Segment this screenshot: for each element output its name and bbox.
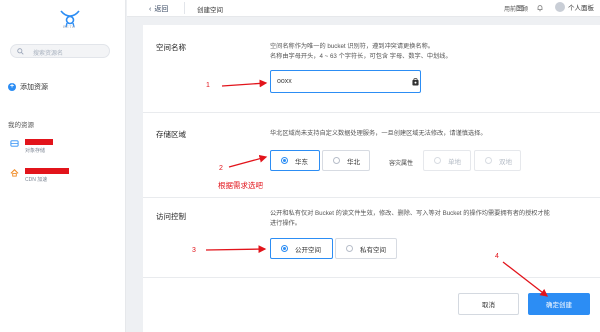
availability-option-single: 单地 bbox=[423, 150, 471, 171]
access-desc-2: 进行操作。 bbox=[270, 220, 301, 227]
annotation-step-4: 4 bbox=[495, 253, 499, 260]
region-option-huadong[interactable]: 华东 bbox=[270, 150, 320, 171]
region-option-label: 华北 bbox=[347, 158, 360, 166]
my-resources-heading: 我的资源 bbox=[8, 122, 34, 129]
back-label: 返回 bbox=[154, 6, 169, 13]
radio-dot bbox=[333, 157, 340, 164]
bell-icon[interactable] bbox=[536, 4, 544, 12]
region-title: 存储区域 bbox=[156, 130, 186, 139]
annotation-step-1: 1 bbox=[206, 82, 210, 89]
access-title: 访问控制 bbox=[156, 212, 186, 221]
avatar bbox=[555, 2, 565, 12]
search-icon bbox=[17, 48, 24, 55]
availability-option-dual: 双地 bbox=[474, 150, 521, 171]
chevron-left-icon: ‹ bbox=[149, 5, 152, 13]
access-option-label: 私有空间 bbox=[360, 246, 386, 254]
create-button[interactable]: 确定创建 bbox=[528, 293, 590, 315]
breadcrumb-divider bbox=[184, 2, 185, 14]
add-resource-button[interactable]: + 添加资源 bbox=[8, 82, 48, 92]
region-desc: 华北区域尚未支持自定义数据处理服务，一旦创建区域无法修改，请谨慎选择。 bbox=[270, 130, 487, 137]
annotation-step-3: 3 bbox=[192, 247, 196, 254]
page-title: 创建空间 bbox=[197, 7, 223, 14]
password-manager-icon[interactable] bbox=[412, 78, 419, 86]
cancel-button[interactable]: 取消 bbox=[458, 293, 519, 315]
availability-label: 容灾属性 bbox=[389, 161, 414, 167]
section-divider bbox=[143, 277, 600, 278]
radio-dot bbox=[346, 245, 353, 252]
availability-option-label: 单地 bbox=[448, 158, 461, 166]
redacted-resource-name bbox=[25, 168, 69, 174]
object-storage-icon bbox=[10, 140, 19, 147]
radio-dot bbox=[485, 157, 492, 164]
redacted-resource-name bbox=[25, 139, 53, 145]
search-placeholder: 搜索资源名 bbox=[33, 51, 64, 57]
bucket-name-title: 空间名称 bbox=[156, 43, 186, 52]
plus-icon: + bbox=[8, 83, 16, 91]
resource-item-object-storage[interactable]: 对象存储 bbox=[10, 139, 53, 154]
bucket-name-desc-2: 名称由字母开头，4 ~ 63 个字符长，可包含 字母、数字、中划线。 bbox=[270, 53, 452, 60]
radio-dot bbox=[281, 245, 288, 252]
logo-beta-label: BETA bbox=[63, 24, 76, 29]
annotation-tip: 根据需求选吧 bbox=[218, 181, 263, 190]
search-box[interactable]: 搜索资源名 bbox=[10, 44, 110, 58]
back-link[interactable]: ‹ 返回 bbox=[149, 4, 168, 14]
radio-dot bbox=[434, 157, 441, 164]
radio-dot bbox=[281, 157, 288, 164]
annotation-step-2: 2 bbox=[219, 165, 223, 172]
region-option-label: 华东 bbox=[295, 158, 308, 166]
region-option-huabei[interactable]: 华北 bbox=[322, 150, 370, 171]
sidebar: BETA 搜索资源名 + 添加资源 我的资源 对象存储 CDN 加速 bbox=[0, 0, 126, 332]
section-divider bbox=[143, 197, 600, 198]
resource-type-label: CDN 加速 bbox=[25, 177, 48, 183]
user-menu[interactable]: 个人面板 bbox=[555, 2, 594, 12]
resource-item-cdn[interactable]: CDN 加速 bbox=[10, 168, 69, 183]
bucket-name-input[interactable] bbox=[277, 75, 405, 88]
access-option-public[interactable]: 公开空间 bbox=[270, 238, 333, 259]
mail-icon[interactable] bbox=[516, 4, 524, 12]
availability-option-label: 双地 bbox=[499, 158, 512, 166]
bucket-name-field[interactable] bbox=[270, 70, 421, 93]
resource-type-label: 对象存储 bbox=[25, 148, 46, 154]
access-desc-1: 公开和私有仅对 Bucket 的读文件生效，修改、删除、写入等对 Bucket … bbox=[270, 210, 550, 217]
bucket-name-desc-1: 空间名称作为唯一的 bucket 识别符，遵到冲突请更换名称。 bbox=[270, 43, 434, 50]
user-label: 个人面板 bbox=[568, 5, 594, 12]
access-option-private[interactable]: 私有空间 bbox=[335, 238, 397, 259]
cdn-icon bbox=[10, 169, 19, 177]
section-divider bbox=[143, 112, 600, 113]
access-option-label: 公开空间 bbox=[295, 246, 321, 254]
add-resource-label: 添加资源 bbox=[20, 84, 48, 91]
top-bar: ‹ 返回 创建空间 用前回顾 个人面板 bbox=[127, 0, 600, 17]
